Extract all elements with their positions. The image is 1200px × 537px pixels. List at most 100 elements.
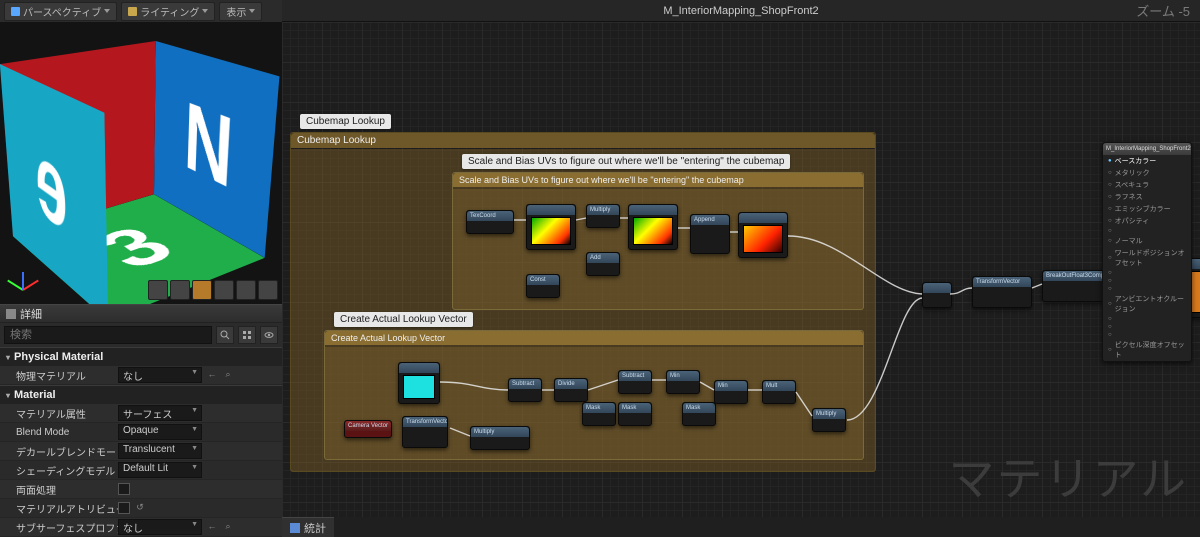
node-min2[interactable]: Min xyxy=(714,380,748,404)
node-sub[interactable]: Subtract xyxy=(508,378,542,402)
browse-icon[interactable]: ← xyxy=(206,521,218,533)
two-sided-checkbox[interactable] xyxy=(118,483,130,495)
perspective-icon xyxy=(11,7,20,16)
node-swatch-cyan[interactable] xyxy=(398,362,440,404)
matrix-icon[interactable] xyxy=(238,326,256,344)
viewport-bottom-icons xyxy=(148,280,278,300)
vp-icon[interactable] xyxy=(258,280,278,300)
prop-row-material-attr: マテリアルアトリビュー ↺ xyxy=(0,499,282,518)
prop-row-shading-model: シェーディングモデル Default Lit xyxy=(0,461,282,480)
material-pin[interactable] xyxy=(1103,331,1191,339)
comment-tag-inner1: Scale and Bias UVs to figure out where w… xyxy=(462,154,790,169)
vp-icon[interactable] xyxy=(214,280,234,300)
material-pin[interactable] xyxy=(1103,277,1191,285)
reset-icon[interactable]: ↺ xyxy=(134,502,146,514)
prop-row-decal-blend: デカールブレンドモード Translucent xyxy=(0,442,282,461)
prop-row-blend-mode: Blend Mode Opaque xyxy=(0,423,282,442)
node-append[interactable]: Append xyxy=(690,214,730,254)
decal-blend-combo[interactable]: Translucent xyxy=(118,443,202,459)
material-pin[interactable]: スペキュラ xyxy=(1103,179,1191,191)
material-pin[interactable]: アンビエントオクルージョン xyxy=(1103,293,1191,315)
light-icon xyxy=(128,7,137,16)
cat-material[interactable]: Material xyxy=(0,385,282,404)
material-result-node[interactable]: M_InteriorMapping_ShopFront2 ベースカラーメタリック… xyxy=(1102,142,1192,362)
lighting-button[interactable]: ライティング xyxy=(121,2,215,21)
left-panel: パースペクティブ ライティング 表示 e N 3 詳細 Physical Mat… xyxy=(0,0,282,537)
material-pin[interactable]: ノーマル xyxy=(1103,235,1191,247)
cat-physical-material[interactable]: Physical Material xyxy=(0,347,282,366)
find-icon[interactable]: ⌕ xyxy=(222,521,234,533)
node-add[interactable]: Add xyxy=(586,252,620,276)
search-input[interactable] xyxy=(4,326,212,344)
node-texcoord[interactable]: TexCoord xyxy=(466,210,514,234)
node-div[interactable]: Divide xyxy=(554,378,588,402)
perspective-button[interactable]: パースペクティブ xyxy=(4,2,117,21)
node-mask3[interactable]: Mask xyxy=(682,402,716,426)
chevron-down-icon xyxy=(249,9,255,13)
search-icon[interactable] xyxy=(216,326,234,344)
eye-icon[interactable] xyxy=(260,326,278,344)
node-mult2[interactable]: Mult xyxy=(762,380,796,404)
node-mult[interactable]: Multiply xyxy=(586,204,620,228)
material-pin[interactable] xyxy=(1103,323,1191,331)
prop-row-material-domain: マテリアル属性 サーフェス xyxy=(0,404,282,423)
material-attr-checkbox[interactable] xyxy=(118,502,130,514)
graph-area[interactable]: Cubemap Lookup Cubemap Lookup Scale and … xyxy=(282,22,1200,517)
vp-icon[interactable] xyxy=(148,280,168,300)
stats-tab[interactable]: 統計 xyxy=(282,517,334,537)
node-multiply[interactable]: Multiply xyxy=(470,426,530,450)
node-mask2[interactable]: Mask xyxy=(618,402,652,426)
material-pin[interactable]: ラフネス xyxy=(1103,191,1191,203)
node-swatch1[interactable] xyxy=(526,204,576,250)
axis-gizmo xyxy=(8,262,42,296)
node-transform[interactable]: TransformVector xyxy=(402,416,448,448)
material-pin[interactable]: オパシティ xyxy=(1103,215,1191,227)
vp-icon[interactable] xyxy=(236,280,256,300)
details-header: 詳細 xyxy=(0,304,282,323)
material-pin[interactable] xyxy=(1103,227,1191,235)
prop-row-two-sided: 両面処理 xyxy=(0,480,282,499)
material-pin[interactable] xyxy=(1103,269,1191,277)
subsurface-combo[interactable]: なし xyxy=(118,519,202,535)
node-mask[interactable]: Mask xyxy=(582,402,616,426)
prop-row-phys-material: 物理マテリアル なし←⌕ xyxy=(0,366,282,385)
phys-material-combo[interactable]: なし xyxy=(118,367,202,383)
material-pin[interactable]: エミッシブカラー xyxy=(1103,203,1191,215)
vp-icon[interactable] xyxy=(170,280,190,300)
material-domain-combo[interactable]: サーフェス xyxy=(118,405,202,421)
node-transform2[interactable]: TransformVector xyxy=(972,276,1032,308)
node-sub2[interactable]: Subtract xyxy=(618,370,652,394)
material-pin[interactable]: ベースカラー xyxy=(1103,155,1191,167)
comment-tag-inner2: Create Actual Lookup Vector xyxy=(334,312,473,327)
node-mult3[interactable]: Multiply xyxy=(812,408,846,432)
node-const[interactable]: Const xyxy=(526,274,560,298)
stats-icon xyxy=(290,523,300,533)
graph-title: M_InteriorMapping_ShopFront2 xyxy=(663,5,818,17)
chevron-down-icon xyxy=(202,9,208,13)
material-pin[interactable] xyxy=(1103,285,1191,293)
node-swatch3[interactable] xyxy=(738,212,788,258)
browse-icon[interactable]: ← xyxy=(206,369,218,381)
material-pin[interactable]: ワールドポジションオフセット xyxy=(1103,247,1191,269)
details-icon xyxy=(6,309,16,319)
show-button[interactable]: 表示 xyxy=(219,2,262,21)
viewport-toolbar: パースペクティブ ライティング 表示 xyxy=(0,0,282,22)
material-pin[interactable] xyxy=(1103,315,1191,323)
material-pin[interactable]: メタリック xyxy=(1103,167,1191,179)
vp-icon[interactable] xyxy=(192,280,212,300)
viewport-3d[interactable]: e N 3 xyxy=(0,22,282,304)
watermark: マテリアル xyxy=(948,443,1188,509)
shading-model-combo[interactable]: Default Lit xyxy=(118,462,202,478)
node-reroute[interactable] xyxy=(922,282,952,308)
blend-mode-combo[interactable]: Opaque xyxy=(118,424,202,440)
details-search-row xyxy=(0,323,282,347)
find-icon[interactable]: ⌕ xyxy=(222,369,234,381)
prop-row-subsurface: サブサーフェスプロファ なし←⌕ xyxy=(0,518,282,537)
zoom-label: ズーム -5 xyxy=(1136,1,1190,20)
chevron-down-icon xyxy=(104,9,110,13)
graph-panel: M_InteriorMapping_ShopFront2 ズーム -5 Cube… xyxy=(282,0,1200,537)
node-camera-vector[interactable]: Camera Vector xyxy=(344,420,392,438)
material-pin[interactable]: ピクセル深度オフセット xyxy=(1103,339,1191,361)
node-swatch2[interactable] xyxy=(628,204,678,250)
node-min[interactable]: Min xyxy=(666,370,700,394)
